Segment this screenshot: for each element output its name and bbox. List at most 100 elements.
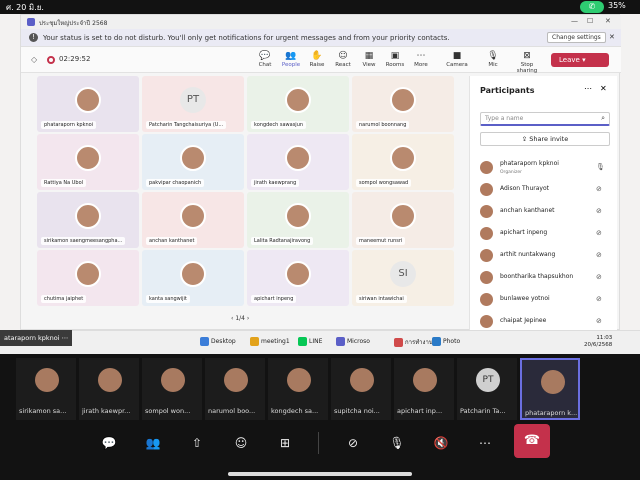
participant-row[interactable]: anchan kanthanet ⊘: [480, 202, 610, 222]
tile-name: siriwan intawichai: [356, 295, 407, 303]
app-icon: [432, 337, 441, 346]
taskbar-item[interactable]: Desktop: [200, 337, 236, 346]
toolbar-people-button[interactable]: 👥 People: [279, 50, 303, 68]
taskbar-item[interactable]: การทำงาน: [394, 337, 433, 347]
close-icon[interactable]: ✕: [605, 17, 611, 25]
video-tile[interactable]: sirikamon saengmeesangpha...: [37, 192, 139, 248]
video-tile[interactable]: apichart inpeng: [247, 250, 349, 306]
toolbar-label: Rooms: [385, 62, 405, 68]
meeting-toolbar: ◇ 02:29:52 💬 Chat 👥 People ✋ Raise ☺ React ▦ View…: [21, 47, 621, 74]
more-options-icon[interactable]: ⋯: [584, 84, 592, 93]
tile-name: pakvipar chaopanich: [146, 179, 205, 187]
video-tile[interactable]: maneemut runsri: [352, 192, 454, 248]
toolbar-more-button[interactable]: ⋯ More: [409, 50, 433, 68]
avatar: [35, 368, 59, 392]
video-tile[interactable]: SI siriwan intawichai: [352, 250, 454, 306]
chat-icon[interactable]: 💬: [96, 430, 122, 456]
people-icon[interactable]: 👥: [140, 430, 166, 456]
strip-tile[interactable]: sompol won...: [142, 358, 202, 420]
strip-tile[interactable]: PT Patcharin Ta...: [457, 358, 517, 420]
video-tile[interactable]: narumol boonnang: [352, 76, 454, 132]
share-stop-icon: ⊠: [523, 51, 531, 61]
toolbar-react-button[interactable]: ☺ React: [331, 50, 355, 68]
participant-row[interactable]: arthit nuntakwang ⊘: [480, 246, 610, 266]
avatar: [180, 261, 206, 287]
taskbar-item[interactable]: meeting1: [250, 337, 290, 346]
strip-tile[interactable]: kongdech sa...: [268, 358, 328, 420]
video-tile[interactable]: chutima jaiphet: [37, 250, 139, 306]
participant-row[interactable]: Adison Thurayot ⊘: [480, 180, 610, 200]
video-tile[interactable]: anchan kanthanet: [142, 192, 244, 248]
close-panel-icon[interactable]: ✕: [600, 84, 607, 93]
chevron-down-icon[interactable]: ▾: [582, 56, 586, 64]
toolbar-stop-sharing-button[interactable]: ⊠ Stop sharing: [515, 50, 539, 74]
strip-tile[interactable]: sirikamon sa...: [16, 358, 76, 420]
share-screen-icon[interactable]: ⇧: [184, 430, 210, 456]
dismiss-notice-icon[interactable]: ✕: [609, 33, 615, 41]
video-tile[interactable]: sompol wongsawad: [352, 134, 454, 190]
participant-row[interactable]: phataraporn kpknoi Organizer 🎙: [480, 158, 610, 178]
mic-muted-icon[interactable]: ⊘: [596, 317, 602, 325]
mic-muted-icon[interactable]: ⊘: [596, 185, 602, 193]
participant-search-input[interactable]: Type a name ⌕: [480, 112, 610, 126]
mic-muted-icon[interactable]: ⊘: [596, 251, 602, 259]
share-invite-button[interactable]: ⇪ Share invite: [480, 132, 610, 146]
taskbar-item[interactable]: LINE: [298, 337, 322, 346]
strip-name: Patcharin Ta...: [460, 407, 506, 415]
strip-tile[interactable]: apichart inp...: [394, 358, 454, 420]
strip-tile[interactable]: supitcha noi...: [331, 358, 391, 420]
toolbar-camera-button[interactable]: ■ Camera: [445, 50, 469, 68]
more-icon[interactable]: ⋯: [472, 430, 498, 456]
taskbar-item[interactable]: Photo: [432, 337, 460, 346]
participant-row[interactable]: bunlawee yotnoi ⊘: [480, 290, 610, 310]
video-tile[interactable]: Rattiya Na Ubol: [37, 134, 139, 190]
strip-tile[interactable]: phataraporn k...: [520, 358, 580, 420]
video-tile[interactable]: kanta sangwijit: [142, 250, 244, 306]
video-tile[interactable]: PT Patcharin Tangchaisuriya (U...: [142, 76, 244, 132]
toolbar-mic-button[interactable]: 🎙 Mic: [481, 50, 505, 68]
participant-row[interactable]: apichart inpeng ⊘: [480, 224, 610, 244]
chat-icon: 💬: [259, 51, 271, 61]
maximize-icon[interactable]: ☐: [587, 17, 593, 25]
toolbar-view-button[interactable]: ▦ View: [357, 50, 381, 68]
app-icon: [200, 337, 209, 346]
mic-icon[interactable]: 🎙: [596, 163, 605, 171]
apps-icon[interactable]: ⊞: [272, 430, 298, 456]
video-tile[interactable]: kongdech sawasjun: [247, 76, 349, 132]
meeting-timer: 02:29:52: [59, 55, 91, 63]
strip-tile[interactable]: narumol boo...: [205, 358, 265, 420]
participant-row[interactable]: chaipat Jepinee ⊘: [480, 312, 610, 332]
camera-off-icon[interactable]: ⊘: [340, 430, 366, 456]
video-tile[interactable]: pakvipar chaopanich: [142, 134, 244, 190]
mic-muted-icon[interactable]: ⊘: [596, 229, 602, 237]
video-tile[interactable]: Lalita Radtanajiravong: [247, 192, 349, 248]
video-tile[interactable]: phataraporn kpknoi: [37, 76, 139, 132]
leave-button[interactable]: Leave ▾: [551, 53, 609, 67]
change-settings-button[interactable]: Change settings: [547, 32, 606, 43]
call-active-pill[interactable]: ✆: [580, 1, 604, 13]
app-icon: [394, 338, 403, 347]
mic-muted-icon[interactable]: ⊘: [596, 295, 602, 303]
minimize-icon[interactable]: —: [571, 17, 578, 25]
taskbar-label: การทำงาน: [405, 339, 433, 346]
react-icon[interactable]: ☺: [228, 430, 254, 456]
strip-tile[interactable]: jirath kaewpr...: [79, 358, 139, 420]
people-icon: 👥: [285, 51, 297, 61]
toolbar-label: Stop sharing: [516, 62, 538, 74]
toolbar-rooms-button[interactable]: ▣ Rooms: [383, 50, 407, 68]
toolbar-chat-button[interactable]: 💬 Chat: [253, 50, 277, 68]
speaker-off-icon[interactable]: 🔇: [428, 430, 454, 456]
participant-row[interactable]: boontharika thapsukhon ⊘: [480, 268, 610, 288]
video-tile[interactable]: jirath kaewprang: [247, 134, 349, 190]
prev-page-icon[interactable]: ‹: [231, 315, 233, 322]
tile-name: phataraporn kpknoi: [41, 121, 97, 129]
mic-off-icon[interactable]: 🎙: [384, 430, 410, 456]
taskbar-item[interactable]: Microso: [336, 337, 370, 346]
next-page-icon[interactable]: ›: [247, 315, 249, 322]
mic-muted-icon[interactable]: ⊘: [596, 273, 602, 281]
home-indicator[interactable]: [228, 472, 412, 476]
toolbar-raise-button[interactable]: ✋ Raise: [305, 50, 329, 68]
hang-up-button[interactable]: ☎: [514, 424, 550, 458]
mic-muted-icon[interactable]: ⊘: [596, 207, 602, 215]
presenter-label: ataraporn kpknoi ⋯: [0, 330, 72, 346]
